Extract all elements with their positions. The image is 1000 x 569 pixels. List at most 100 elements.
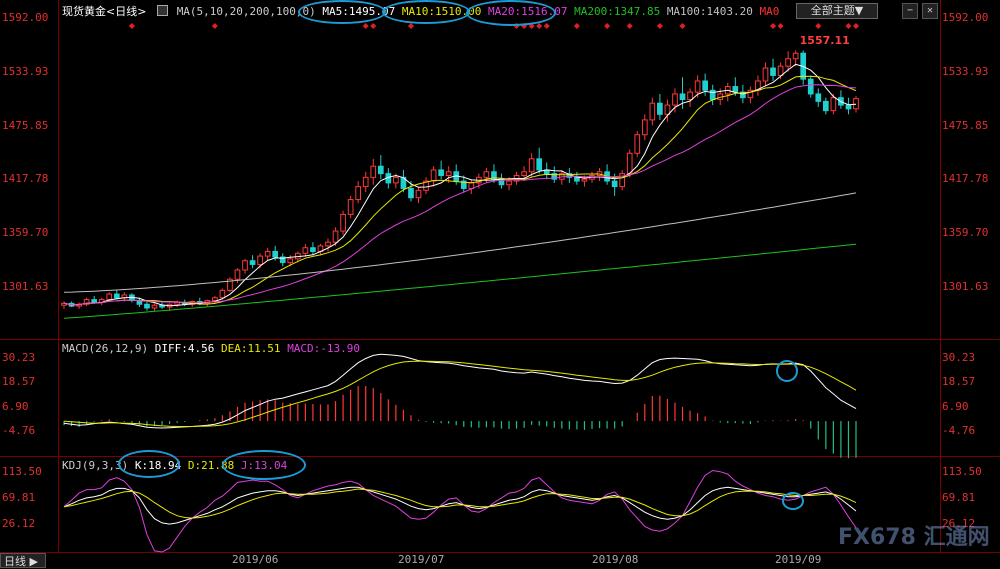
candle-body — [777, 65, 784, 76]
candle-body — [528, 158, 535, 173]
ma20-line — [63, 84, 857, 306]
candle-body — [732, 86, 739, 93]
candle-body — [641, 119, 648, 136]
macd-diff-line — [63, 353, 857, 429]
candle-body — [347, 199, 354, 215]
candle-body — [611, 180, 618, 188]
candle-body — [830, 97, 837, 112]
signal-diamond — [656, 23, 663, 29]
candle-body — [657, 102, 663, 115]
signal-diamond — [211, 23, 218, 29]
candle-body — [144, 303, 150, 309]
candle-body — [257, 255, 263, 265]
highlight-ellipse-kdj-cross — [782, 492, 804, 510]
candle-body — [408, 187, 414, 199]
candle-body — [581, 178, 588, 182]
highlight-ellipse-kdj-j — [222, 450, 306, 480]
signal-diamond — [815, 23, 822, 29]
candle-body — [325, 241, 331, 247]
kdj-k-line — [63, 486, 857, 525]
signal-diamond — [679, 23, 686, 29]
highlight-ellipse-ma20 — [466, 0, 556, 26]
candle-body — [468, 182, 475, 189]
candle-body — [302, 247, 309, 254]
candle-body — [272, 250, 279, 258]
period-tab[interactable]: 日线 ▶ — [0, 553, 46, 568]
signal-diamond — [853, 23, 859, 29]
highlight-ellipse-ma10 — [382, 0, 470, 24]
candle-body — [310, 247, 316, 252]
highlight-ellipse-macd-cross — [776, 360, 798, 382]
candle-body — [664, 104, 671, 115]
candle-body — [445, 171, 452, 176]
signal-diamond — [128, 23, 135, 29]
signal-diamond — [573, 23, 580, 29]
candle-body — [362, 176, 369, 188]
signal-diamond — [845, 23, 852, 29]
candle-body — [264, 250, 271, 257]
candle-body — [506, 180, 512, 186]
candle-body — [377, 165, 384, 175]
highlight-ellipse-kdj-k — [118, 450, 180, 478]
candle-body — [694, 80, 701, 93]
signal-diamond — [777, 23, 784, 29]
date-tick-2019-09: 2019/09 — [775, 553, 822, 566]
candle-body — [249, 260, 256, 265]
signal-diamond — [370, 23, 377, 29]
candle-body — [151, 304, 158, 309]
macd-dea-line — [63, 360, 857, 427]
chart-canvas[interactable] — [0, 0, 1000, 569]
signal-diamond — [407, 23, 414, 29]
candle-body — [709, 89, 716, 101]
ma5-line — [63, 63, 857, 307]
kdj-pane — [63, 469, 857, 553]
candle-body — [430, 169, 437, 182]
candle-body — [91, 299, 98, 303]
candle-body — [815, 93, 822, 102]
candle-body — [845, 104, 852, 110]
candle-body — [415, 189, 422, 199]
candle-body — [679, 93, 686, 101]
candle-body — [370, 165, 377, 178]
candle-body — [219, 289, 226, 299]
candle-body — [853, 98, 859, 110]
candle-body — [649, 102, 656, 121]
candle-body — [807, 78, 814, 95]
watermark-logo: FX678 汇通网 — [838, 525, 990, 550]
signal-diamond — [543, 23, 550, 29]
candle-body — [634, 134, 641, 154]
signal-diamond — [770, 23, 777, 29]
candle-body — [234, 269, 241, 280]
candle-body — [438, 169, 444, 176]
ma200-line — [63, 243, 857, 319]
candle-body — [521, 171, 527, 176]
candle-body — [770, 67, 776, 76]
candle-body — [355, 186, 362, 201]
ma10-line — [63, 75, 857, 306]
candle-body — [332, 230, 339, 243]
candle-body — [212, 297, 218, 302]
candle-body — [393, 176, 399, 184]
signal-diamond — [604, 23, 611, 29]
candle-body — [822, 100, 829, 112]
candle-body — [687, 91, 693, 101]
high-annotation: 1557.11 — [799, 34, 850, 48]
candle-body — [340, 213, 346, 232]
candle-body — [106, 293, 113, 301]
candlestick-series — [61, 50, 859, 311]
kdj-j-line — [63, 469, 857, 553]
date-tick-2019-06: 2019/06 — [232, 553, 279, 566]
signal-diamond — [536, 23, 543, 29]
date-tick-2019-08: 2019/08 — [592, 553, 639, 566]
candle-body — [287, 258, 294, 264]
date-tick-2019-07: 2019/07 — [398, 553, 445, 566]
macd-pane — [63, 353, 857, 459]
candle-body — [174, 301, 180, 305]
highlight-ellipse-ma5 — [298, 0, 386, 24]
candle-body — [242, 260, 248, 271]
candle-body — [626, 152, 633, 175]
candle-body — [113, 293, 120, 299]
candle-body — [792, 52, 799, 60]
candle-body — [762, 67, 769, 82]
candle-body — [574, 176, 580, 182]
